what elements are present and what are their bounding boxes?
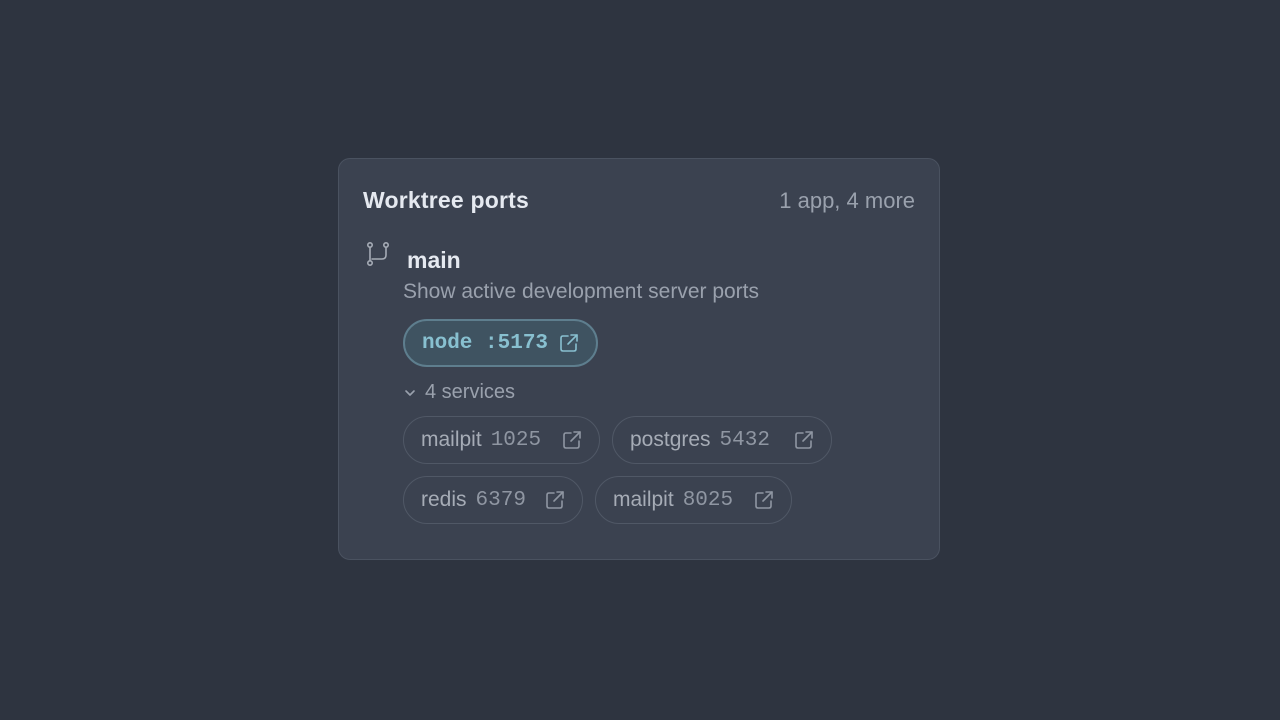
- external-link-icon: [546, 491, 564, 509]
- service-chip-redis-6379[interactable]: redis 6379: [403, 476, 583, 524]
- service-name: redis: [421, 488, 467, 511]
- external-link-icon: [795, 431, 813, 449]
- chevron-down-icon: [405, 389, 415, 396]
- external-link-icon: [755, 491, 773, 509]
- service-name: postgres: [630, 428, 711, 451]
- external-link-icon: [560, 334, 578, 352]
- service-chip-mailpit-1025[interactable]: mailpit 1025: [403, 416, 600, 464]
- services-toggle-label: 4 services: [425, 381, 516, 403]
- git-branch-icon: [366, 241, 389, 266]
- branch-name: main: [407, 247, 461, 273]
- service-port: 8025: [682, 488, 734, 512]
- card-title: Worktree ports: [363, 187, 529, 213]
- service-name: mailpit: [613, 488, 674, 511]
- service-port: 5432: [719, 428, 770, 452]
- services-toggle[interactable]: 4 services: [403, 381, 515, 404]
- app-port-chip-node[interactable]: node :5173: [403, 319, 598, 367]
- service-port: 6379: [475, 488, 526, 512]
- service-chip-postgres-5432[interactable]: postgres 5432: [612, 416, 832, 464]
- service-chip-mailpit-8025[interactable]: mailpit 8025: [595, 476, 792, 524]
- worktree-ports-card: Worktree ports 1 app, 4 more main Show a…: [338, 158, 940, 560]
- service-name: mailpit: [421, 428, 482, 451]
- external-link-icon: [563, 431, 581, 449]
- service-port: 1025: [490, 428, 542, 452]
- branch-description: Show active development server ports: [403, 280, 760, 303]
- ports-summary: 1 app, 4 more: [779, 188, 915, 213]
- app-port-label: node :5173: [422, 331, 549, 355]
